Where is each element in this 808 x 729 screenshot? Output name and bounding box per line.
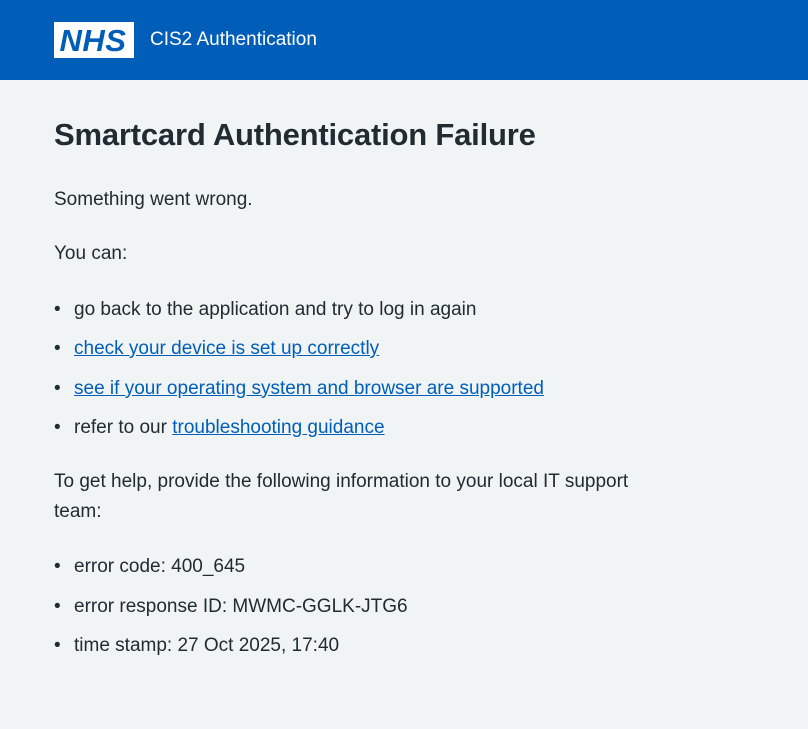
troubleshooting-guidance-link[interactable]: troubleshooting guidance	[172, 417, 384, 438]
list-item: • error code: 400_645	[54, 553, 674, 582]
bullet-icon: •	[54, 635, 61, 657]
check-device-link[interactable]: check your device is set up correctly	[74, 338, 379, 359]
list-item: • refer to our troubleshooting guidance	[54, 414, 674, 443]
bullet-icon: •	[54, 417, 61, 439]
list-item: • time stamp: 27 Oct 2025, 17:40	[54, 632, 674, 661]
list-item: • go back to the application and try to …	[54, 296, 674, 325]
help-text: To get help, provide the following infor…	[54, 470, 629, 523]
supported-os-browser-link[interactable]: see if your operating system and browser…	[74, 378, 544, 399]
list-item: • see if your operating system and brows…	[54, 375, 674, 404]
error-details-list: • error code: 400_645 • error response I…	[54, 553, 674, 661]
bullet-icon: •	[54, 556, 61, 578]
nhs-logo-text: NHS	[59, 22, 127, 58]
you-can-text: You can:	[54, 243, 128, 265]
error-response-id: error response ID: MWMC-GGLK-JTG6	[74, 595, 408, 617]
options-list: • go back to the application and try to …	[54, 296, 674, 443]
bullet-icon: •	[54, 298, 61, 320]
page-title: Smartcard Authentication Failure	[54, 117, 536, 152]
nhs-logo[interactable]: NHS	[54, 22, 134, 58]
option-text-retry: go back to the application and try to lo…	[74, 298, 477, 320]
list-item: • check your device is set up correctly	[54, 335, 674, 364]
bullet-icon: •	[54, 338, 61, 360]
error-code: error code: 400_645	[74, 556, 246, 578]
option-text-refer: refer to our	[74, 417, 173, 439]
bullet-icon: •	[54, 595, 61, 617]
bullet-icon: •	[54, 377, 61, 399]
site-header: NHS CIS2 Authentication	[0, 0, 808, 80]
list-item: • error response ID: MWMC-GGLK-JTG6	[54, 593, 674, 622]
main-content: Smartcard Authentication Failure Somethi…	[0, 80, 674, 661]
intro-text: Something went wrong.	[54, 188, 253, 210]
service-name[interactable]: CIS2 Authentication	[150, 29, 317, 51]
time-stamp: time stamp: 27 Oct 2025, 17:40	[74, 635, 340, 657]
